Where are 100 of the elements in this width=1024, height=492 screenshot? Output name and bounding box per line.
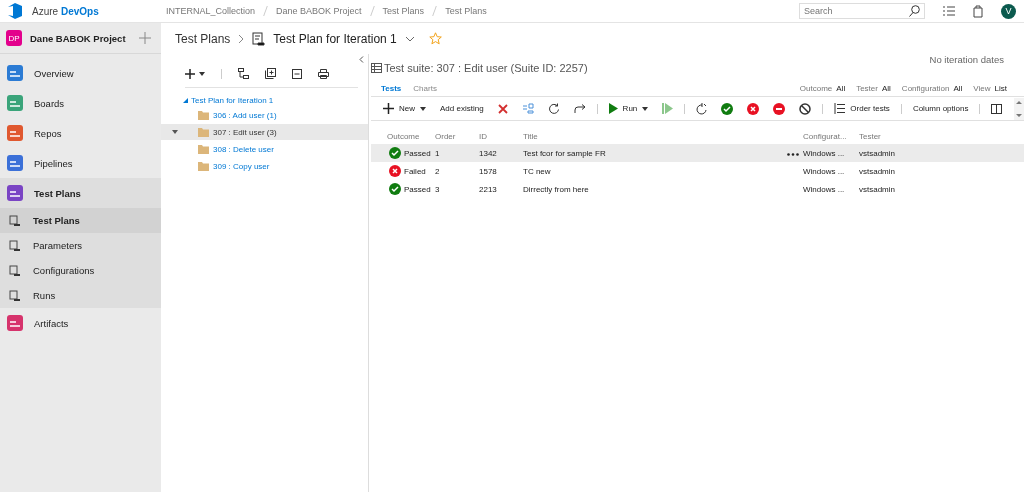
- chevron-right-icon: [238, 33, 245, 44]
- iteration-dates: No iteration dates: [929, 54, 1004, 65]
- nav-subitem[interactable]: Test Plans: [0, 208, 161, 233]
- column-header[interactable]: ID: [479, 132, 523, 141]
- table-cell-text: vstsadmin: [859, 184, 896, 194]
- breadcrumb-link[interactable]: Test Plans: [382, 6, 425, 16]
- table-cell-text: 2213: [479, 184, 498, 194]
- folder-icon: [198, 161, 209, 171]
- table-row[interactable]: Failed 2 1578 TC new Windows ... vstsadmin: [371, 162, 1024, 180]
- scrollbar[interactable]: [1014, 97, 1024, 120]
- column-header[interactable]: Order: [435, 132, 479, 141]
- hub-title[interactable]: Test Plans: [175, 31, 231, 46]
- nav-item[interactable]: Repos: [0, 118, 161, 148]
- search-field[interactable]: Search: [799, 3, 925, 19]
- menu-button[interactable]: Run: [602, 101, 655, 116]
- blocked-icon: [773, 102, 786, 115]
- expander-icon[interactable]: [183, 97, 188, 103]
- more-icon[interactable]: [787, 152, 799, 156]
- filter-value[interactable]: All: [881, 83, 891, 93]
- outcome-cell: Passed: [389, 183, 435, 195]
- table-icon: [371, 63, 382, 73]
- toolbar-button[interactable]: Add existing: [434, 102, 490, 115]
- table-cell-text: Windows ...: [803, 148, 846, 158]
- table-cell-text: 1342: [479, 148, 498, 158]
- collapse-all-icon[interactable]: [292, 68, 302, 79]
- caret-icon: [199, 71, 205, 76]
- nav-item[interactable]: Overview: [0, 58, 161, 88]
- nav-item[interactable]: Artifacts: [0, 308, 161, 338]
- column-header[interactable]: Outcome: [387, 132, 435, 141]
- nav-item[interactable]: Pipelines: [0, 148, 161, 178]
- tab[interactable]: Charts: [413, 83, 437, 93]
- caret-icon: [420, 106, 426, 111]
- breadcrumb-link[interactable]: INTERNAL_Collection: [166, 6, 256, 16]
- folder-icon: [198, 144, 209, 154]
- folder-icon: [198, 110, 209, 120]
- not-applicable-icon: [799, 102, 812, 115]
- breadcrumb-link[interactable]: Test Plans: [445, 6, 487, 16]
- reset-icon: [696, 102, 708, 115]
- table-cell-text: Dirrectly from here: [523, 184, 590, 194]
- tree-root-item[interactable]: Test Plan for Iteration 1: [191, 95, 274, 105]
- table-cell-text: Test fcor for sample FR: [523, 148, 607, 158]
- add-menu-button[interactable]: [185, 68, 205, 79]
- caret-icon: [642, 106, 649, 111]
- plan-title[interactable]: Test Plan for Iteration 1: [273, 31, 397, 46]
- list-order-icon: [834, 103, 846, 114]
- suite-row[interactable]: 308 : Delete user: [161, 141, 368, 157]
- print-icon[interactable]: [318, 68, 329, 79]
- close-icon: [497, 103, 508, 114]
- nav-subitem[interactable]: Configurations: [0, 258, 161, 283]
- filter-value[interactable]: All: [836, 83, 846, 93]
- table-cell-text: 3: [435, 184, 441, 194]
- check-circle-icon: [721, 102, 734, 115]
- filter-value[interactable]: All: [953, 83, 963, 93]
- check-circle-icon: [389, 183, 401, 195]
- chevron-down-icon[interactable]: [404, 35, 415, 42]
- suite-row[interactable]: 309 : Copy user: [161, 158, 368, 174]
- toolbar-button[interactable]: Column options: [906, 102, 975, 115]
- nav-subitem[interactable]: Parameters: [0, 233, 161, 258]
- table-row[interactable]: Passed 1 1342 Test fcor for sample FR Windows ... vstsadmin: [371, 144, 1024, 162]
- list-icon[interactable]: [943, 6, 955, 16]
- user-avatar[interactable]: V: [1001, 3, 1016, 19]
- star-icon[interactable]: [428, 32, 442, 45]
- redo-icon: [573, 103, 586, 114]
- folder-icon: [198, 127, 209, 137]
- nav-item[interactable]: Boards: [0, 88, 161, 118]
- nav-item[interactable]: Test Plans: [0, 178, 161, 208]
- error-circle-icon: [747, 102, 760, 115]
- panel-icon[interactable]: [991, 103, 1002, 114]
- filter-label: Tester: [856, 83, 878, 93]
- nav-subitem[interactable]: Runs: [0, 283, 161, 308]
- brand-name: Azure DevOps: [32, 5, 99, 17]
- filter-label: View: [973, 83, 991, 93]
- error-circle-icon: [389, 165, 401, 177]
- plus-icon: [185, 68, 195, 79]
- project-badge: DP: [6, 30, 22, 46]
- suite-row[interactable]: 307 : Edit user (3): [161, 124, 368, 140]
- suite-title: Test suite: 307 : Edit user (Suite ID: 2257): [384, 62, 588, 74]
- hierarchy-icon[interactable]: [238, 68, 249, 79]
- column-header[interactable]: Title: [523, 132, 787, 141]
- table-cell-text: 1: [435, 148, 441, 158]
- toolbar-button[interactable]: Order tests: [828, 101, 896, 116]
- refresh-icon: [547, 102, 560, 115]
- tab[interactable]: Tests: [381, 83, 402, 93]
- table-cell-text: TC new: [523, 166, 552, 176]
- expand-all-icon[interactable]: [265, 68, 276, 79]
- outcome-cell: Passed: [389, 147, 435, 159]
- suite-row[interactable]: 306 : Add user (1): [161, 107, 368, 123]
- filter-label: Configuration: [901, 83, 950, 93]
- outcome-cell: Failed: [389, 165, 435, 177]
- column-header[interactable]: Configurat...: [803, 132, 859, 141]
- logo-icon: [6, 2, 24, 20]
- shopping-bag-icon[interactable]: [973, 4, 983, 18]
- caret-icon[interactable]: [172, 130, 178, 134]
- filter-value[interactable]: List: [994, 83, 1007, 93]
- project-name[interactable]: Dane BABOK Project: [30, 32, 139, 44]
- menu-button[interactable]: New: [377, 101, 432, 116]
- plus-icon: [383, 103, 394, 114]
- table-row[interactable]: Passed 3 2213 Dirrectly from here Windows ... vstsadmin: [371, 180, 1024, 198]
- breadcrumb-link[interactable]: Dane BABOK Project: [276, 6, 362, 16]
- column-header[interactable]: Tester: [859, 132, 919, 141]
